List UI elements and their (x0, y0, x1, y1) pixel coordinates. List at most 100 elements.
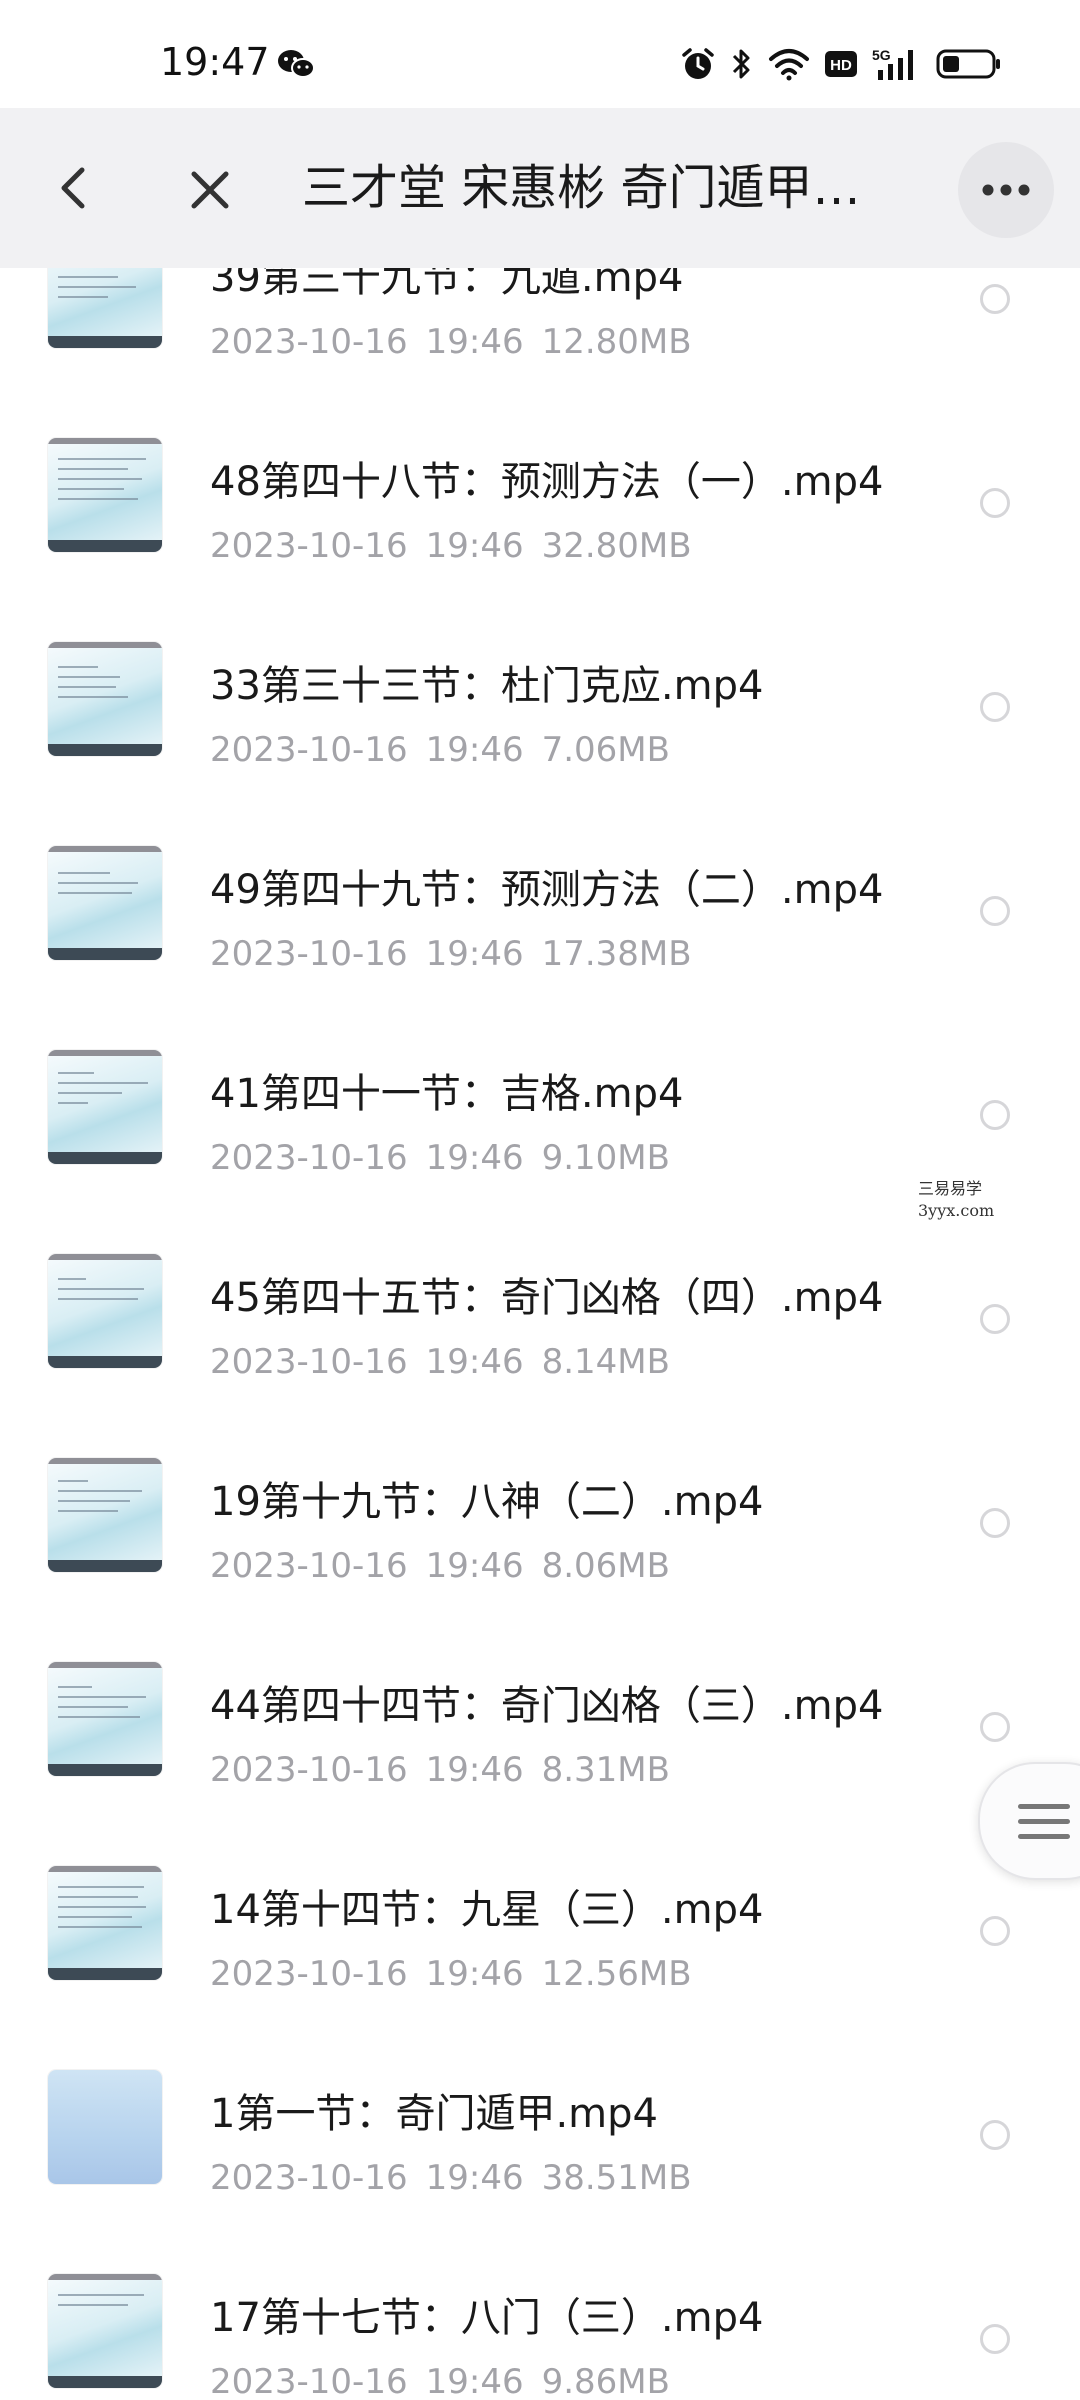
file-name: 19第十九节：八神（二）.mp4 (210, 1479, 764, 1525)
select-radio[interactable] (980, 1916, 1010, 1946)
chevron-left-icon (61, 167, 85, 209)
more-dots-icon (982, 184, 1030, 196)
file-time: 19:46 (425, 1750, 524, 1790)
file-date: 2023-10-16 (210, 322, 408, 362)
file-name: 33第三十三节：杜门克应.mp4 (210, 663, 764, 709)
file-time: 19:46 (425, 934, 524, 974)
file-time: 19:46 (425, 526, 524, 566)
hd-icon: HD (824, 49, 858, 79)
file-row[interactable]: 41第四十一节：吉格.mp4 2023-10-16 19:46 9.10MB (0, 1050, 1080, 1266)
file-name: 17第十七节：八门（三）.mp4 (210, 2295, 764, 2341)
file-name: 49第四十九节：预测方法（二）.mp4 (210, 867, 884, 913)
close-button[interactable] (178, 158, 242, 222)
file-time: 19:46 (425, 1342, 524, 1382)
select-radio[interactable] (980, 692, 1010, 722)
file-date: 2023-10-16 (210, 2362, 408, 2400)
wechat-icon (276, 48, 316, 80)
file-time: 19:46 (425, 1546, 524, 1586)
file-meta: 2023-10-16 19:46 9.86MB (210, 2360, 670, 2400)
file-row[interactable]: 39第三十九节：九遁.mp4 2023-10-16 19:46 12.80MB (0, 234, 1080, 450)
file-date: 2023-10-16 (210, 1342, 408, 1382)
file-size: 8.14MB (541, 1342, 670, 1382)
file-size: 38.51MB (541, 2158, 692, 2198)
file-time: 19:46 (425, 730, 524, 770)
file-meta: 2023-10-16 19:46 8.06MB (210, 1544, 670, 1588)
file-size: 12.56MB (541, 1954, 692, 1994)
file-name: 41第四十一节：吉格.mp4 (210, 1071, 684, 1117)
file-meta: 2023-10-16 19:46 12.80MB (210, 320, 692, 364)
file-row[interactable]: 49第四十九节：预测方法（二）.mp4 2023-10-16 19:46 17.38M… (0, 846, 1080, 1062)
file-size: 17.38MB (541, 934, 692, 974)
status-icons: HD 5G (680, 44, 1002, 84)
file-meta: 2023-10-16 19:46 9.10MB (210, 1136, 670, 1180)
select-radio[interactable] (980, 1304, 1010, 1334)
file-size: 9.10MB (541, 1138, 670, 1178)
select-radio[interactable] (980, 1100, 1010, 1130)
file-size: 8.06MB (541, 1546, 670, 1586)
file-name: 45第四十五节：奇门凶格（四）.mp4 (210, 1275, 884, 1321)
battery-icon (936, 48, 1002, 80)
file-meta: 2023-10-16 19:46 8.14MB (210, 1340, 670, 1384)
select-radio[interactable] (980, 284, 1010, 314)
file-meta: 2023-10-16 19:46 7.06MB (210, 728, 670, 772)
alarm-icon (680, 46, 716, 82)
close-icon (191, 171, 229, 209)
file-date: 2023-10-16 (210, 1750, 408, 1790)
file-time: 19:46 (425, 322, 524, 362)
file-size: 7.06MB (541, 730, 670, 770)
file-name: 44第四十四节：奇门凶格（三）.mp4 (210, 1683, 884, 1729)
watermark: 三易易学 3yyx.com (918, 1178, 994, 1222)
select-radio[interactable] (980, 2120, 1010, 2150)
video-thumbnail (48, 1254, 162, 1368)
video-thumbnail (48, 1458, 162, 1572)
file-time: 19:46 (425, 1954, 524, 1994)
video-thumbnail (48, 2070, 162, 2184)
file-row[interactable]: 33第三十三节：杜门克应.mp4 2023-10-16 19:46 7.06MB (0, 642, 1080, 858)
5g-signal-icon: 5G (872, 46, 922, 82)
svg-text:5G: 5G (872, 47, 891, 63)
file-date: 2023-10-16 (210, 1546, 408, 1586)
video-thumbnail (48, 846, 162, 960)
video-thumbnail (48, 1050, 162, 1164)
file-size: 12.80MB (541, 322, 692, 362)
select-radio[interactable] (980, 488, 1010, 518)
file-row[interactable]: 1第一节：奇门遁甲.mp4 2023-10-16 19:46 38.51MB (0, 2070, 1080, 2286)
watermark-line2: 3yyx.com (918, 1201, 995, 1220)
file-date: 2023-10-16 (210, 730, 408, 770)
file-time: 19:46 (425, 1138, 524, 1178)
video-thumbnail (48, 438, 162, 552)
file-date: 2023-10-16 (210, 1138, 408, 1178)
select-radio[interactable] (980, 2324, 1010, 2354)
file-row[interactable]: 14第十四节：九星（三）.mp4 2023-10-16 19:46 12.56MB (0, 1866, 1080, 2082)
watermark-line1: 三易易学 (918, 1179, 983, 1198)
floating-menu-button[interactable] (978, 1762, 1080, 1880)
video-thumbnail (48, 2274, 162, 2388)
file-name: 48第四十八节：预测方法（一）.mp4 (210, 459, 884, 505)
file-date: 2023-10-16 (210, 1954, 408, 1994)
file-row[interactable]: 45第四十五节：奇门凶格（四）.mp4 2023-10-16 19:46 8.14MB (0, 1254, 1080, 1470)
file-row[interactable]: 44第四十四节：奇门凶格（三）.mp4 2023-10-16 19:46 8.31MB (0, 1662, 1080, 1878)
top-nav-bar: 三才堂 宋惠彬 奇门遁甲初… (0, 108, 1080, 268)
file-name: 1第一节：奇门遁甲.mp4 (210, 2091, 658, 2137)
file-meta: 2023-10-16 19:46 32.80MB (210, 524, 692, 568)
file-row[interactable]: 17第十七节：八门（三）.mp4 2023-10-16 19:46 9.86MB (0, 2274, 1080, 2400)
video-thumbnail (48, 1662, 162, 1776)
wifi-icon (768, 47, 810, 81)
file-row[interactable]: 48第四十八节：预测方法（一）.mp4 2023-10-16 19:46 32.80M… (0, 438, 1080, 654)
file-meta: 2023-10-16 19:46 8.31MB (210, 1748, 670, 1792)
file-date: 2023-10-16 (210, 526, 408, 566)
select-radio[interactable] (980, 1508, 1010, 1538)
file-time: 19:46 (425, 2362, 524, 2400)
page-title: 三才堂 宋惠彬 奇门遁甲初… (302, 160, 902, 216)
bluetooth-icon (730, 46, 754, 82)
video-thumbnail (48, 642, 162, 756)
file-row[interactable]: 19第十九节：八神（二）.mp4 2023-10-16 19:46 8.06MB (0, 1458, 1080, 1674)
select-radio[interactable] (980, 896, 1010, 926)
file-meta: 2023-10-16 19:46 38.51MB (210, 2156, 692, 2200)
select-radio[interactable] (980, 1712, 1010, 1742)
status-bar: 19:47 HD 5G (0, 0, 1080, 108)
svg-text:HD: HD (830, 57, 852, 74)
more-button[interactable] (958, 142, 1054, 238)
back-button[interactable] (44, 158, 104, 218)
video-thumbnail (48, 1866, 162, 1980)
